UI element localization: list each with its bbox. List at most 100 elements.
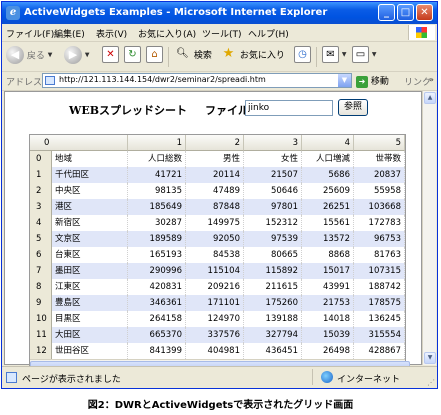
grid-cell[interactable]: 346361 — [128, 295, 186, 311]
table-row[interactable]: 1 千代田区 41721 20114 21507 5686 20837 — [30, 167, 405, 183]
print-button[interactable]: ▭ ▼ — [352, 46, 377, 68]
grid-cell[interactable]: 55958 — [354, 183, 405, 199]
grid-cell[interactable]: 50646 — [244, 183, 302, 199]
grid-cell[interactable]: 25609 — [302, 183, 354, 199]
table-row[interactable]: 3 港区 185649 87848 97801 26251 103668 — [30, 199, 405, 215]
back-button[interactable]: ◀ 戻る ▼ — [6, 46, 52, 68]
grid-cell[interactable]: 152312 — [244, 215, 302, 231]
grid-cell[interactable]: 新宿区 — [52, 215, 128, 231]
forward-dropdown-icon[interactable]: ▼ — [85, 52, 90, 59]
grid-cell[interactable]: 41721 — [128, 167, 186, 183]
grid-cell[interactable]: 139188 — [244, 311, 302, 327]
grid-cell[interactable]: 290996 — [128, 263, 186, 279]
grid-cell[interactable]: 97801 — [244, 199, 302, 215]
row-index[interactable]: 2 — [30, 183, 52, 199]
vertical-scrollbar[interactable]: ▲ ▼ — [422, 91, 436, 365]
grid-cell[interactable]: 豊島区 — [52, 295, 128, 311]
grid-cell[interactable]: 目黒区 — [52, 311, 128, 327]
links-chevron-icon[interactable]: » — [429, 75, 434, 84]
file-name-input[interactable] — [245, 100, 333, 116]
menu-help[interactable]: ヘルプ(H) — [248, 27, 289, 40]
grid-cell[interactable]: 14018 — [302, 311, 354, 327]
menu-file[interactable]: ファイル(F) — [6, 27, 54, 40]
column-header[interactable]: 1 — [128, 135, 186, 151]
row-index[interactable]: 1 — [30, 167, 52, 183]
table-row[interactable]: 0 地域 人口総数 男性 女性 人口増減 世帯数 — [30, 151, 405, 167]
browse-button[interactable]: 参照 — [338, 99, 368, 116]
grid-cell[interactable]: 人口総数 — [128, 151, 186, 167]
maximize-button[interactable]: □ — [397, 4, 414, 21]
grid-cell[interactable]: 124970 — [186, 311, 244, 327]
grid-cell[interactable]: 26251 — [302, 199, 354, 215]
grid-cell[interactable]: 185649 — [128, 199, 186, 215]
mail-dropdown-icon[interactable]: ▼ — [342, 51, 347, 58]
grid-cell[interactable]: 149975 — [186, 215, 244, 231]
links-label[interactable]: リンク — [404, 75, 431, 88]
search-button[interactable]: 🔍︎ 検索 — [174, 46, 212, 68]
menu-view[interactable]: 表示(V) — [96, 27, 127, 40]
grid-cell[interactable]: 103668 — [354, 199, 405, 215]
grid-cell[interactable]: 87848 — [186, 199, 244, 215]
row-index[interactable]: 10 — [30, 311, 52, 327]
resize-grip-icon[interactable]: ⋰ — [427, 378, 435, 387]
column-header[interactable]: 5 — [354, 135, 405, 151]
row-index[interactable]: 7 — [30, 263, 52, 279]
grid-cell[interactable]: 84538 — [186, 247, 244, 263]
history-button[interactable]: ◷ — [294, 46, 311, 68]
go-button[interactable]: ➜ 移動 — [356, 74, 389, 88]
grid-cell[interactable]: 15039 — [302, 327, 354, 343]
table-row[interactable]: 7 墨田区 290996 115104 115892 15017 107315 — [30, 263, 405, 279]
forward-button[interactable]: ▶ ▼ — [64, 46, 90, 68]
table-row[interactable]: 6 台東区 165193 84538 80665 8868 81763 — [30, 247, 405, 263]
grid-cell[interactable]: 107315 — [354, 263, 405, 279]
column-header[interactable]: 3 — [244, 135, 302, 151]
mail-button[interactable]: ✉ ▼ — [322, 46, 347, 68]
grid-cell[interactable]: 171101 — [186, 295, 244, 311]
column-header[interactable]: 0 — [30, 135, 128, 151]
grid-cell[interactable]: 115892 — [244, 263, 302, 279]
grid-cell[interactable]: 大田区 — [52, 327, 128, 343]
grid-cell[interactable]: 172783 — [354, 215, 405, 231]
table-row[interactable]: 5 文京区 189589 92050 97539 13572 96753 — [30, 231, 405, 247]
print-dropdown-icon[interactable]: ▼ — [372, 51, 377, 58]
grid-cell[interactable]: 188742 — [354, 279, 405, 295]
grid-cell[interactable]: 178575 — [354, 295, 405, 311]
row-index[interactable]: 9 — [30, 295, 52, 311]
table-row[interactable]: 8 江東区 420831 209216 211615 43991 188742 — [30, 279, 405, 295]
column-header[interactable]: 2 — [186, 135, 244, 151]
favorites-button[interactable]: ★ お気に入り — [220, 46, 285, 68]
scroll-down-icon[interactable]: ▼ — [424, 352, 436, 364]
grid-cell[interactable]: 21507 — [244, 167, 302, 183]
menu-favorites[interactable]: お気に入り(A) — [138, 27, 196, 40]
grid-cell[interactable]: 8868 — [302, 247, 354, 263]
menu-tools[interactable]: ツール(T) — [202, 27, 242, 40]
table-row[interactable]: 2 中央区 98135 47489 50646 25609 55958 — [30, 183, 405, 199]
grid-cell[interactable]: 男性 — [186, 151, 244, 167]
table-row[interactable]: 12 世田谷区 841399 404981 436451 26498 428867 — [30, 343, 405, 359]
grid-cell[interactable]: 台東区 — [52, 247, 128, 263]
grid-cell[interactable]: 女性 — [244, 151, 302, 167]
grid-cell[interactable]: 5686 — [302, 167, 354, 183]
grid-cell[interactable]: 世帯数 — [354, 151, 405, 167]
grid-cell[interactable]: 404981 — [186, 343, 244, 359]
grid-cell[interactable]: 20837 — [354, 167, 405, 183]
grid-cell[interactable]: 文京区 — [52, 231, 128, 247]
grid-cell[interactable]: 15017 — [302, 263, 354, 279]
row-index[interactable]: 6 — [30, 247, 52, 263]
grid-cell[interactable]: 841399 — [128, 343, 186, 359]
grid-cell[interactable]: 98135 — [128, 183, 186, 199]
minimize-button[interactable]: _ — [378, 4, 395, 21]
grid-cell[interactable]: 江東区 — [52, 279, 128, 295]
table-row[interactable]: 10 目黒区 264158 124970 139188 14018 136245 — [30, 311, 405, 327]
row-index[interactable]: 5 — [30, 231, 52, 247]
grid-cell[interactable]: 92050 — [186, 231, 244, 247]
grid-cell[interactable]: 26498 — [302, 343, 354, 359]
grid-cell[interactable]: 世田谷区 — [52, 343, 128, 359]
refresh-button[interactable]: ↻ — [124, 46, 141, 68]
stop-button[interactable]: ✕ — [102, 46, 119, 68]
grid-cell[interactable]: 436451 — [244, 343, 302, 359]
grid-cell[interactable]: 264158 — [128, 311, 186, 327]
row-index[interactable]: 3 — [30, 199, 52, 215]
menu-edit[interactable]: 編集(E) — [54, 27, 85, 40]
row-index[interactable]: 0 — [30, 151, 52, 167]
